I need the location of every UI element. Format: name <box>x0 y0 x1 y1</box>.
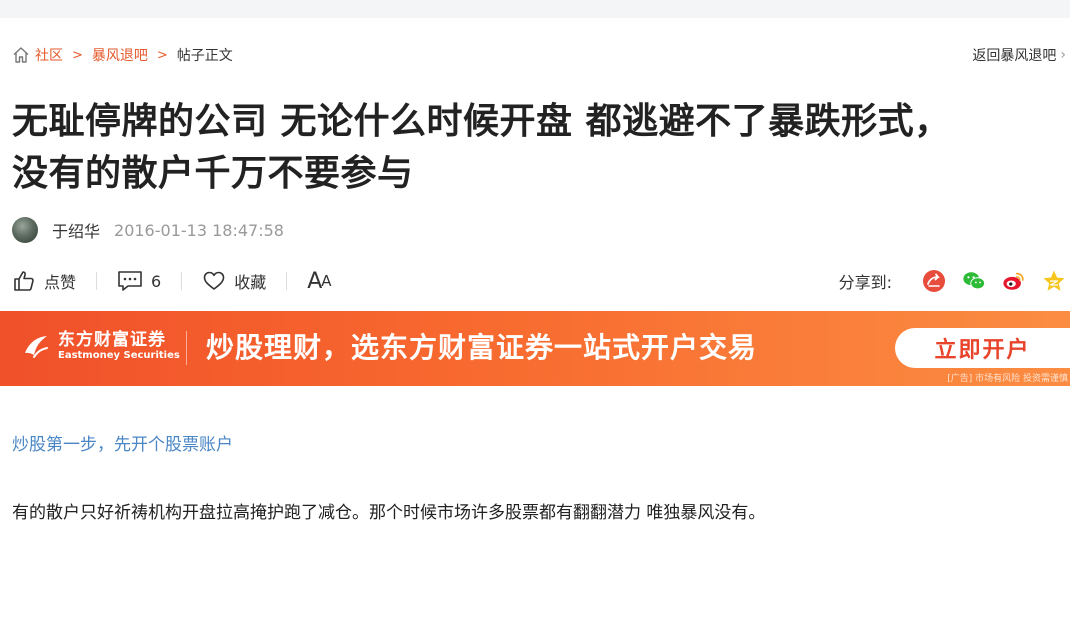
font-size-toggle[interactable]: AA <box>307 268 331 294</box>
eastmoney-logo-icon <box>25 335 48 358</box>
avatar[interactable] <box>12 217 38 243</box>
like-label: 点赞 <box>44 273 77 292</box>
comment-count: 6 <box>151 271 162 291</box>
font-size-large: A <box>307 268 322 294</box>
breadcrumb-forum[interactable]: 暴风退吧 <box>92 45 148 65</box>
weibo-icon[interactable] <box>1002 269 1026 293</box>
home-icon[interactable] <box>12 46 30 64</box>
ad-slogan: 炒股理财，选东方财富证券一站式开户交易 <box>206 331 758 364</box>
ad-divider <box>186 331 187 365</box>
favorite-button[interactable]: 收藏 <box>202 269 266 293</box>
ad-brand-cn: 东方财富证券 <box>58 330 166 350</box>
ad-banner[interactable]: 东方财富证券 Eastmoney Securities 炒股理财，选东方财富证券… <box>0 311 1070 386</box>
promo-link[interactable]: 炒股第一步，先开个股票账户 <box>12 430 233 455</box>
back-to-forum-link[interactable]: 返回暴风退吧 › <box>972 45 1066 65</box>
breadcrumb-current: 帖子正文 <box>176 48 233 64</box>
like-button[interactable]: 点赞 <box>12 269 76 293</box>
forward-icon[interactable] <box>922 269 946 293</box>
heart-icon <box>203 271 225 290</box>
page-title: 无耻停牌的公司 无论什么时候开盘 都逃避不了暴跌形式， 没有的散户千万不要参与 <box>12 96 1062 200</box>
divider <box>181 272 183 290</box>
breadcrumb: 社区 > 暴风退吧 > 帖子正文 <box>12 45 233 65</box>
open-account-button[interactable]: 立即开户 <box>895 328 1070 368</box>
divider <box>286 272 288 290</box>
comment-icon <box>118 271 142 291</box>
post-body: 有的散户只好祈祷机构开盘拉高掩护跑了减仓。那个时候市场许多股票都有翻翻潜力 唯独… <box>12 503 766 523</box>
qzone-icon[interactable] <box>1042 269 1066 293</box>
post-time: 2016-01-13 18:47:58 <box>114 220 284 240</box>
comment-button[interactable]: 6 <box>117 269 161 293</box>
title-line-2: 没有的散户千万不要参与 <box>12 153 414 194</box>
chevron-right-icon: > <box>156 47 168 63</box>
wechat-icon[interactable] <box>962 269 986 293</box>
share-bar: 分享到: <box>839 266 1066 296</box>
thumbs-up-icon <box>14 271 34 291</box>
title-line-1: 无耻停牌的公司 无论什么时候开盘 都逃避不了暴跌形式， <box>12 101 951 142</box>
back-link-label: 返回暴风退吧 <box>972 48 1057 64</box>
breadcrumb-community[interactable]: 社区 <box>35 45 63 65</box>
ad-brand-logo: 东方财富证券 Eastmoney Securities <box>22 331 180 362</box>
ad-brand-en: Eastmoney Securities <box>58 350 180 361</box>
share-label: 分享到: <box>838 273 892 292</box>
ad-disclaimer: [广告] 市场有风险 投资需谨慎 <box>947 374 1068 384</box>
action-bar: 点赞 6 收藏 AA <box>12 266 332 296</box>
chevron-right-icon: › <box>1060 47 1066 63</box>
top-strip <box>0 0 1070 18</box>
author-name[interactable]: 于绍华 <box>52 218 100 242</box>
favorite-label: 收藏 <box>234 273 267 292</box>
author-row: 于绍华 2016-01-13 18:47:58 <box>12 216 284 244</box>
font-size-small: A <box>321 272 331 290</box>
chevron-right-icon: > <box>72 47 83 63</box>
divider <box>96 272 98 290</box>
